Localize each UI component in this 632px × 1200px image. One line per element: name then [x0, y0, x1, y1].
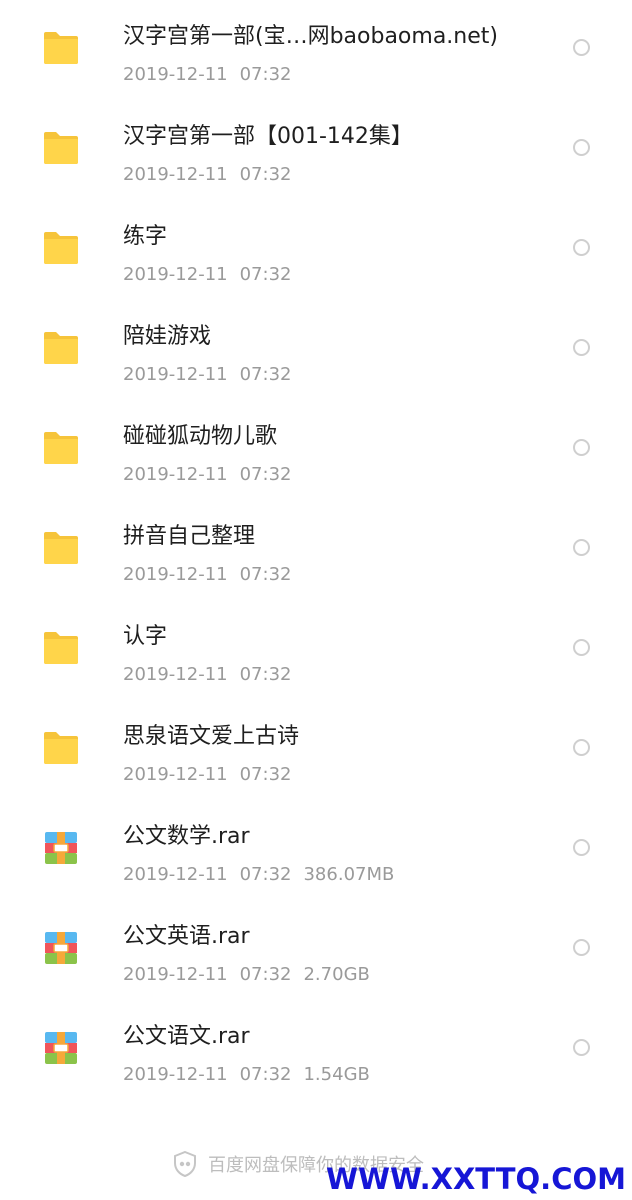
file-row[interactable]: 公文语文.rar 2019-12-11 07:32 1.54GB: [0, 1000, 632, 1100]
file-time: 07:32: [239, 764, 292, 785]
file-meta: 2019-12-11 07:32: [123, 562, 291, 588]
archive-icon: [45, 932, 77, 964]
shield-icon: [174, 1151, 196, 1177]
select-checkbox[interactable]: [573, 739, 590, 756]
file-name: 公文数学.rar: [123, 824, 250, 849]
file-date: 2019-12-11: [123, 364, 228, 385]
file-date: 2019-12-11: [123, 864, 228, 885]
folder-icon: [44, 532, 78, 564]
folder-icon-wrap: [42, 230, 80, 266]
file-meta: 2019-12-11 07:32: [123, 62, 291, 88]
folder-icon: [44, 732, 78, 764]
file-time: 07:32: [239, 264, 292, 285]
folder-icon: [44, 632, 78, 664]
file-date: 2019-12-11: [123, 164, 228, 185]
file-date: 2019-12-11: [123, 564, 228, 585]
file-time: 07:32: [239, 564, 292, 585]
folder-icon-wrap: [42, 130, 80, 166]
file-meta: 2019-12-11 07:32: [123, 462, 291, 488]
file-row[interactable]: 思泉语文爱上古诗 2019-12-11 07:32: [0, 700, 632, 800]
folder-icon: [44, 432, 78, 464]
file-time: 07:32: [239, 864, 292, 885]
file-name: 陪娃游戏: [123, 324, 212, 349]
file-meta: 2019-12-11 07:32: [123, 762, 291, 788]
folder-icon: [44, 232, 78, 264]
file-size: 2.70GB: [303, 964, 370, 985]
file-name: 汉字宫第一部【001-142集】: [123, 124, 413, 149]
file-date: 2019-12-11: [123, 464, 228, 485]
file-date: 2019-12-11: [123, 664, 228, 685]
select-checkbox[interactable]: [573, 1039, 590, 1056]
file-meta: 2019-12-11 07:32: [123, 362, 291, 388]
folder-icon: [44, 32, 78, 64]
select-checkbox[interactable]: [573, 439, 590, 456]
file-meta: 2019-12-11 07:32 386.07MB: [123, 862, 394, 888]
file-meta: 2019-12-11 07:32: [123, 262, 291, 288]
file-meta: 2019-12-11 07:32 2.70GB: [123, 962, 370, 988]
archive-icon: [45, 1032, 77, 1064]
folder-icon-wrap: [42, 30, 80, 66]
file-meta: 2019-12-11 07:32 1.54GB: [123, 1062, 370, 1088]
file-name: 认字: [123, 624, 168, 649]
file-time: 07:32: [239, 364, 292, 385]
select-checkbox[interactable]: [573, 839, 590, 856]
select-checkbox[interactable]: [573, 639, 590, 656]
archive-icon-wrap: [42, 830, 80, 866]
archive-icon-wrap: [42, 930, 80, 966]
file-row[interactable]: 公文英语.rar 2019-12-11 07:32 2.70GB: [0, 900, 632, 1000]
file-name: 碰碰狐动物儿歌: [123, 424, 278, 449]
file-name: 公文英语.rar: [123, 924, 250, 949]
file-row[interactable]: 汉字宫第一部(宝…网baobaoma.net) 2019-12-11 07:32: [0, 0, 632, 100]
folder-icon-wrap: [42, 430, 80, 466]
file-date: 2019-12-11: [123, 1064, 228, 1085]
folder-icon-wrap: [42, 530, 80, 566]
folder-icon-wrap: [42, 730, 80, 766]
file-date: 2019-12-11: [123, 64, 228, 85]
folder-icon-wrap: [42, 330, 80, 366]
folder-icon: [44, 132, 78, 164]
folder-icon-wrap: [42, 630, 80, 666]
select-checkbox[interactable]: [573, 239, 590, 256]
archive-icon-wrap: [42, 1030, 80, 1066]
file-row[interactable]: 拼音自己整理 2019-12-11 07:32: [0, 500, 632, 600]
file-name: 公文语文.rar: [123, 1024, 250, 1049]
file-date: 2019-12-11: [123, 964, 228, 985]
file-row[interactable]: 汉字宫第一部【001-142集】 2019-12-11 07:32: [0, 100, 632, 200]
file-date: 2019-12-11: [123, 264, 228, 285]
file-time: 07:32: [239, 164, 292, 185]
file-time: 07:32: [239, 464, 292, 485]
file-date: 2019-12-11: [123, 764, 228, 785]
file-list: 汉字宫第一部(宝…网baobaoma.net) 2019-12-11 07:32 汉字…: [0, 0, 632, 1100]
select-checkbox[interactable]: [573, 539, 590, 556]
file-name: 汉字宫第一部(宝…网baobaoma.net): [123, 24, 498, 49]
select-checkbox[interactable]: [573, 339, 590, 356]
file-meta: 2019-12-11 07:32: [123, 162, 291, 188]
select-checkbox[interactable]: [573, 139, 590, 156]
file-time: 07:32: [239, 64, 292, 85]
file-time: 07:32: [239, 964, 292, 985]
file-time: 07:32: [239, 1064, 292, 1085]
archive-icon: [45, 832, 77, 864]
file-row[interactable]: 公文数学.rar 2019-12-11 07:32 386.07MB: [0, 800, 632, 900]
file-name: 思泉语文爱上古诗: [123, 724, 300, 749]
file-row[interactable]: 碰碰狐动物儿歌 2019-12-11 07:32: [0, 400, 632, 500]
site-watermark: WWW.XXTTQ.COM: [325, 1162, 626, 1196]
folder-icon: [44, 332, 78, 364]
file-name: 练字: [123, 224, 168, 249]
file-row[interactable]: 认字 2019-12-11 07:32: [0, 600, 632, 700]
file-row[interactable]: 陪娃游戏 2019-12-11 07:32: [0, 300, 632, 400]
file-name: 拼音自己整理: [123, 524, 256, 549]
file-time: 07:32: [239, 664, 292, 685]
file-row[interactable]: 练字 2019-12-11 07:32: [0, 200, 632, 300]
select-checkbox[interactable]: [573, 939, 590, 956]
file-meta: 2019-12-11 07:32: [123, 662, 291, 688]
file-size: 1.54GB: [303, 1064, 370, 1085]
file-size: 386.07MB: [303, 864, 395, 885]
select-checkbox[interactable]: [573, 39, 590, 56]
